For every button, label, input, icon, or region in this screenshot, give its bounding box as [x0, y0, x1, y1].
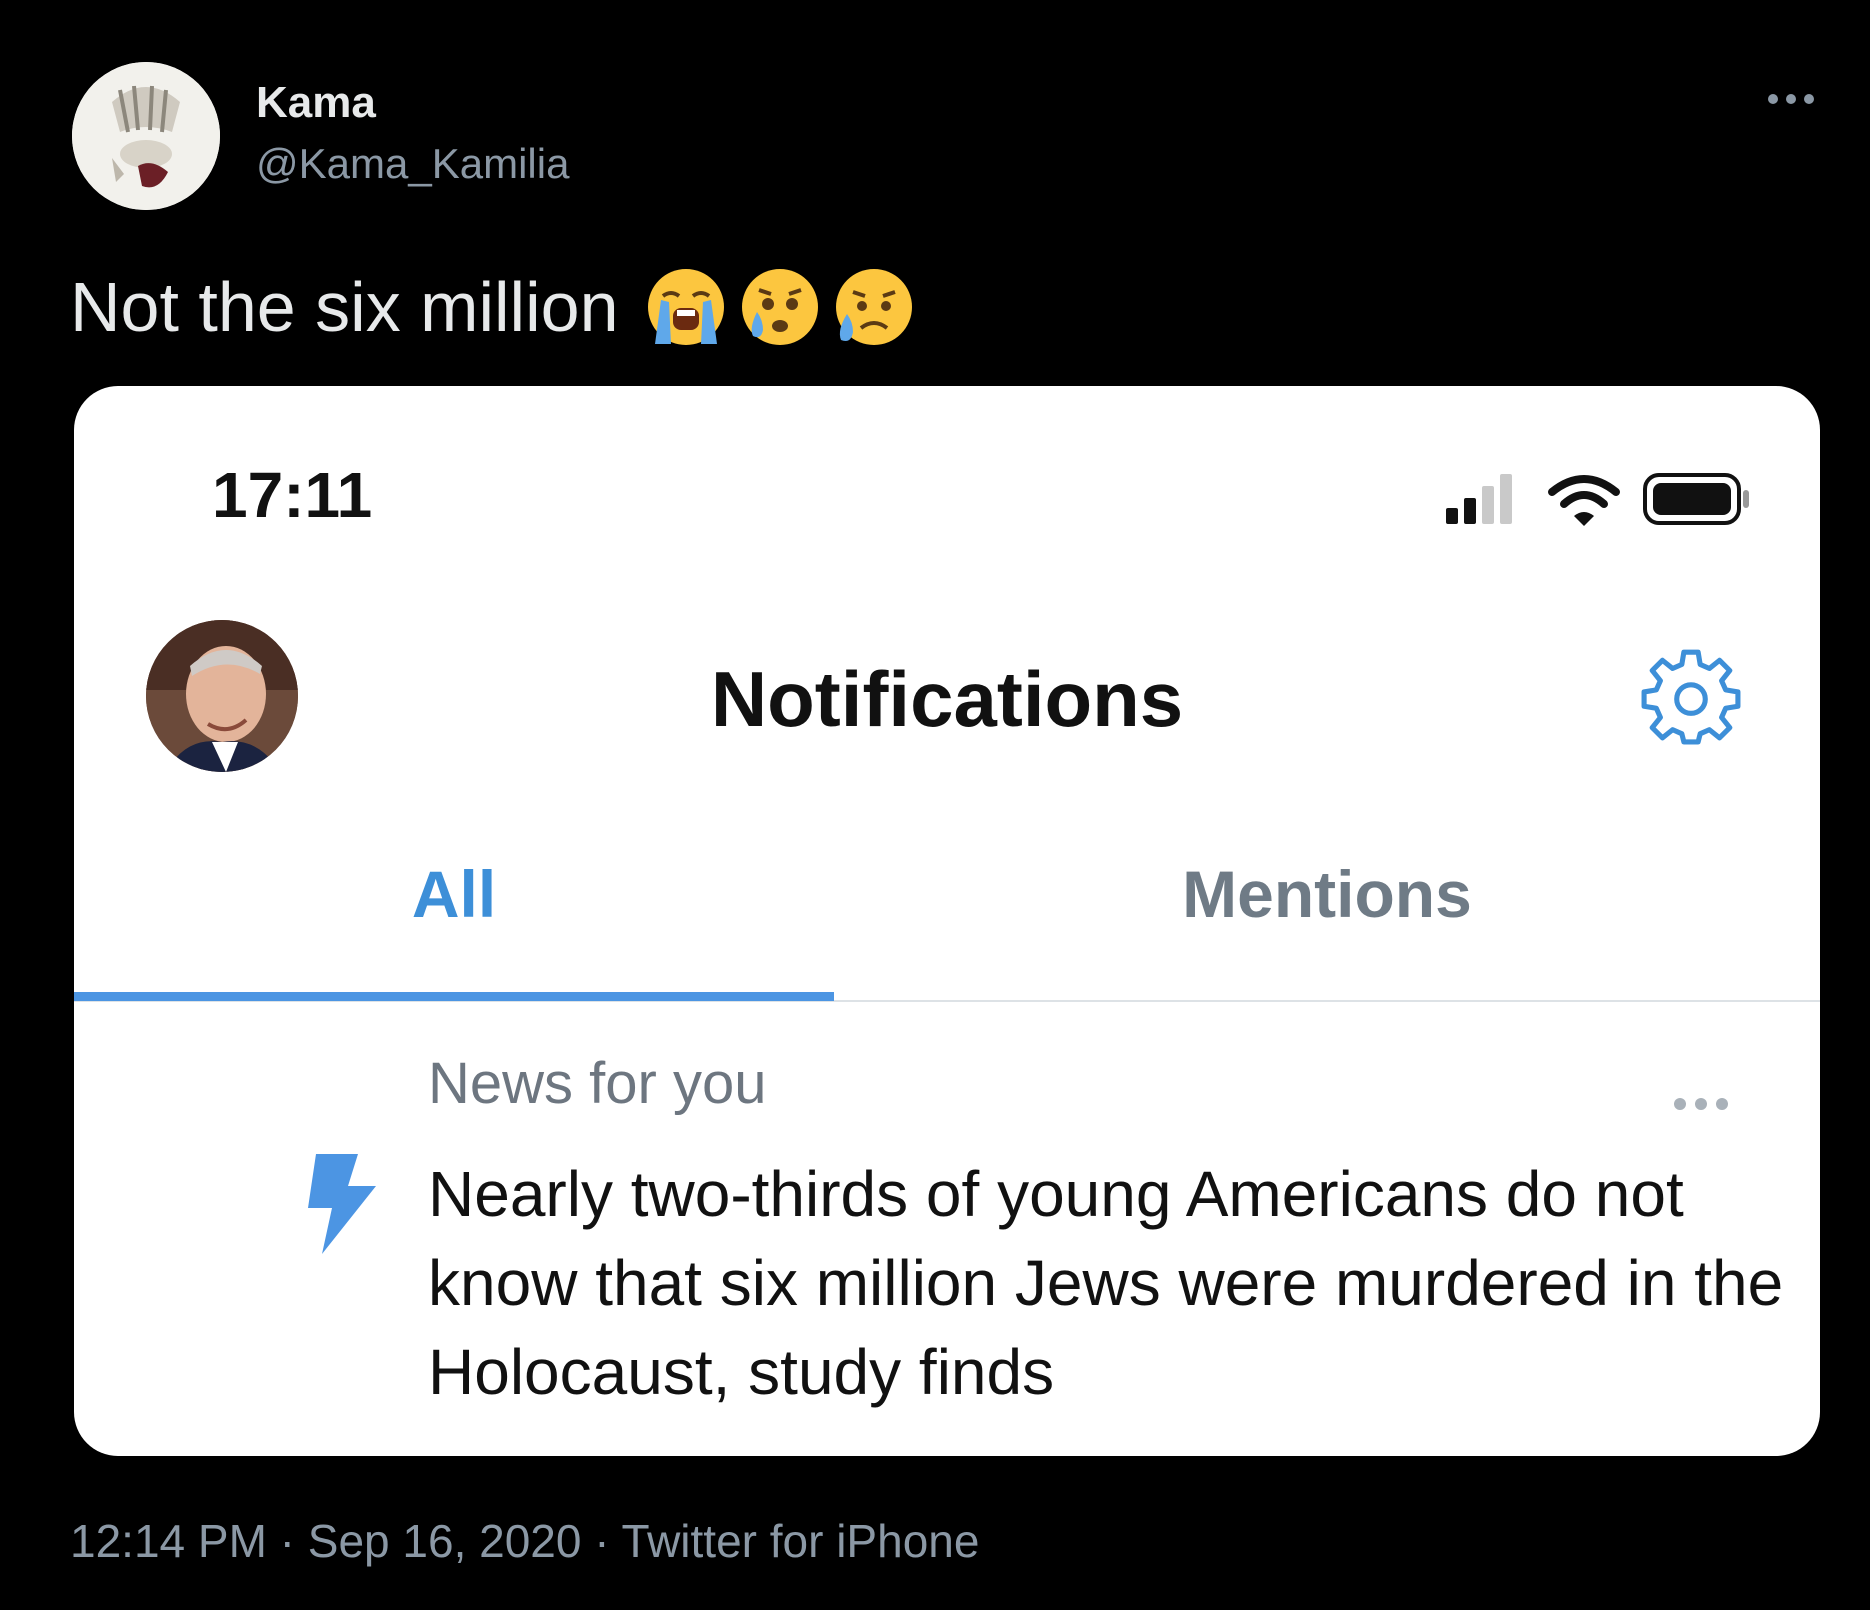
tweet-text: Not the six million: [70, 262, 919, 352]
battery-icon: [1643, 473, 1749, 525]
tweet-text-body: Not the six million: [70, 268, 619, 346]
more-options-icon[interactable]: [1768, 84, 1828, 114]
active-tab-indicator: [74, 992, 834, 1001]
author-handle[interactable]: @Kama_Kamilia: [256, 140, 569, 188]
tweet-meta[interactable]: 12:14 PM · Sep 16, 2020 · Twitter for iP…: [70, 1514, 979, 1568]
sad-but-relieved-face-icon: [835, 269, 912, 345]
loudly-crying-face-icon: [647, 269, 724, 345]
wifi-icon: [1548, 475, 1620, 526]
status-bar-time: 17:11: [212, 459, 373, 531]
news-headline[interactable]: Nearly two-thirds of young Americans do …: [428, 1150, 1788, 1417]
tweet: Kama @Kama_Kamilia Not the six million 1…: [0, 0, 1870, 1610]
news-more-options-icon[interactable]: [1674, 1094, 1744, 1114]
tab-all-label: All: [411, 857, 497, 931]
crying-face-icon: [741, 269, 818, 345]
tab-all[interactable]: All: [74, 856, 834, 942]
settings-gear-icon[interactable]: [1640, 644, 1742, 746]
screenshot-card[interactable]: 17:11 Notifications All Mentions News fo…: [74, 386, 1820, 1456]
lightning-bolt-icon: [308, 1154, 376, 1254]
author-name[interactable]: Kama: [256, 78, 376, 128]
tab-mentions-label: Mentions: [1182, 857, 1472, 931]
news-section-label: News for you: [428, 1051, 767, 1116]
page-title: Notifications: [710, 655, 1184, 743]
author-avatar[interactable]: [72, 62, 220, 210]
tab-mentions[interactable]: Mentions: [834, 856, 1820, 942]
cellular-signal-icon: [1446, 474, 1512, 524]
